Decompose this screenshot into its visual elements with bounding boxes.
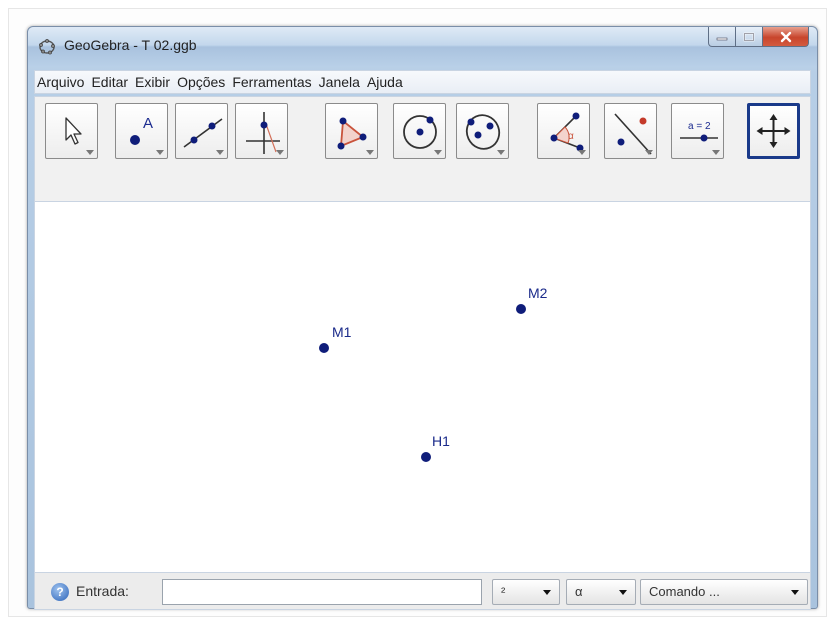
input-label: Entrada:: [76, 583, 129, 599]
new-point-tool-button[interactable]: A: [115, 103, 168, 159]
geogebra-logo-icon: [39, 39, 55, 55]
tool-menu-arrow-icon: [578, 150, 586, 155]
command-select[interactable]: Comando ...: [640, 579, 808, 605]
conic-tool-button[interactable]: [456, 103, 509, 159]
circle-tool-button[interactable]: [393, 103, 446, 159]
minimize-button[interactable]: [708, 27, 736, 47]
menu-arquivo[interactable]: Arquivo: [37, 74, 84, 90]
point-m1[interactable]: [319, 343, 329, 353]
point-m2[interactable]: [516, 304, 526, 314]
window-controls: [708, 27, 809, 49]
input-bar: ? Entrada: ² α Comando ...: [34, 572, 811, 610]
menu-ferramentas[interactable]: Ferramentas: [232, 74, 311, 90]
slider-icon-label: a = 2: [688, 121, 711, 132]
menu-ajuda[interactable]: Ajuda: [367, 74, 403, 90]
tool-menu-arrow-icon: [366, 150, 374, 155]
move-tool-button[interactable]: [45, 103, 98, 159]
maximize-icon: [743, 32, 755, 41]
menu-editar[interactable]: Editar: [91, 74, 128, 90]
angle-tool-button[interactable]: α: [537, 103, 590, 159]
tool-menu-arrow-icon: [276, 150, 284, 155]
tool-menu-arrow-icon: [712, 150, 720, 155]
point-icon-label: A: [143, 115, 153, 132]
move-arrows-icon: [756, 114, 791, 148]
symbol-select[interactable]: α: [566, 579, 636, 605]
tool-menu-arrow-icon: [86, 150, 94, 155]
point-h1[interactable]: [421, 452, 431, 462]
move-graphics-view-tool-button[interactable]: [747, 103, 800, 159]
window-title: GeoGebra - T 02.ggb: [64, 37, 197, 53]
close-button[interactable]: [763, 27, 809, 47]
toolbar: A α a = 2: [34, 96, 811, 202]
menu-opcoes[interactable]: Opções: [177, 74, 225, 90]
chevron-down-icon: [543, 590, 551, 595]
polygon-tool-button[interactable]: [325, 103, 378, 159]
menu-exibir[interactable]: Exibir: [135, 74, 170, 90]
line-tool-button[interactable]: [175, 103, 228, 159]
tool-menu-arrow-icon: [216, 150, 224, 155]
menu-bar: Arquivo Editar Exibir Opções Ferramentas…: [34, 70, 811, 94]
reflect-tool-button[interactable]: [604, 103, 657, 159]
power-select[interactable]: ²: [492, 579, 560, 605]
perpendicular-line-tool-button[interactable]: [235, 103, 288, 159]
chevron-down-icon: [619, 590, 627, 595]
command-select-value: Comando ...: [649, 584, 720, 599]
maximize-button[interactable]: [736, 27, 763, 47]
graphics-view[interactable]: M1 M2 H1: [34, 202, 811, 572]
input-field[interactable]: [162, 579, 482, 605]
power-select-value: ²: [501, 584, 506, 599]
tool-menu-arrow-icon: [434, 150, 442, 155]
point-m2-label: M2: [528, 285, 548, 301]
angle-icon-label: α: [568, 131, 574, 142]
title-bar[interactable]: GeoGebra - T 02.ggb: [28, 27, 817, 67]
close-icon: [780, 31, 791, 42]
symbol-select-value: α: [575, 584, 583, 599]
slider-tool-button[interactable]: a = 2: [671, 103, 724, 159]
geogebra-window: GeoGebra - T 02.ggb Arquivo Editar Exibi…: [27, 26, 818, 610]
help-icon[interactable]: ?: [51, 583, 69, 601]
menu-janela[interactable]: Janela: [319, 74, 360, 90]
point-h1-label: H1: [432, 433, 450, 449]
point-m1-label: M1: [332, 324, 352, 340]
tool-menu-arrow-icon: [645, 150, 653, 155]
minimize-icon: [716, 37, 728, 40]
chevron-down-icon: [791, 590, 799, 595]
tool-menu-arrow-icon: [497, 150, 505, 155]
tool-menu-arrow-icon: [156, 150, 164, 155]
